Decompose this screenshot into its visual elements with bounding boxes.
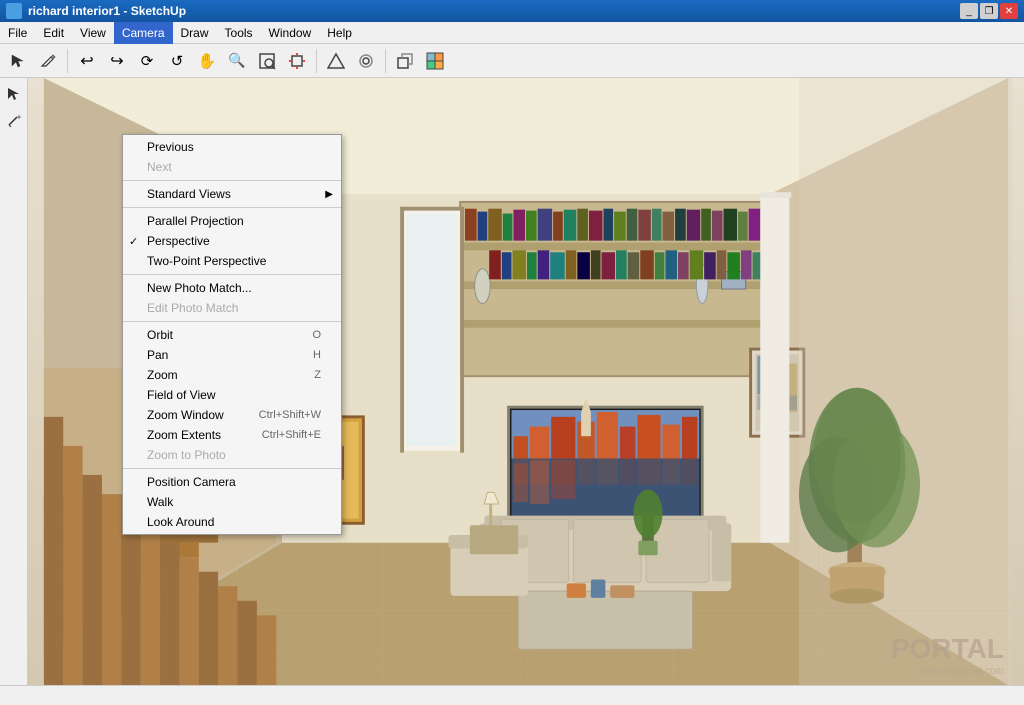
- pan-shortcut: H: [313, 349, 321, 361]
- tool-zoom-window[interactable]: [253, 47, 281, 75]
- menu-two-point[interactable]: Two-Point Perspective: [123, 251, 341, 271]
- tool-walk[interactable]: [322, 47, 350, 75]
- menu-pan[interactable]: Pan H: [123, 345, 341, 365]
- menu-view[interactable]: View: [72, 22, 114, 44]
- tool-pan[interactable]: ✋: [193, 47, 221, 75]
- menu-look-around[interactable]: Look Around: [123, 512, 341, 532]
- menu-tools[interactable]: Tools: [217, 22, 261, 44]
- menu-position-camera[interactable]: Position Camera: [123, 472, 341, 492]
- menu-parallel-projection[interactable]: Parallel Projection: [123, 211, 341, 231]
- zoom-extents-shortcut: Ctrl+Shift+E: [262, 429, 321, 441]
- menu-perspective[interactable]: Perspective: [123, 231, 341, 251]
- menu-help[interactable]: Help: [319, 22, 360, 44]
- menu-window[interactable]: Window: [261, 22, 320, 44]
- tool-orbit[interactable]: ↺: [163, 47, 191, 75]
- separator-nav: [123, 321, 341, 322]
- close-button[interactable]: ✕: [1000, 3, 1018, 19]
- separator-2: [316, 49, 317, 73]
- menu-camera[interactable]: Camera: [114, 22, 173, 44]
- tool-undo[interactable]: ↩: [73, 47, 101, 75]
- menu-draw[interactable]: Draw: [173, 22, 217, 44]
- restore-button[interactable]: ❐: [980, 3, 998, 19]
- separator-camera-tools: [123, 468, 341, 469]
- tool-pencil[interactable]: [34, 47, 62, 75]
- separator-1: [67, 49, 68, 73]
- menu-previous[interactable]: Previous: [123, 137, 341, 157]
- zoom-shortcut: Z: [314, 369, 321, 381]
- tool-zoom-extents[interactable]: [283, 47, 311, 75]
- tool-select[interactable]: [4, 47, 32, 75]
- menu-field-of-view[interactable]: Field of View: [123, 385, 341, 405]
- sidebar-select[interactable]: [2, 82, 26, 106]
- menu-walk[interactable]: Walk: [123, 492, 341, 512]
- zoom-window-shortcut: Ctrl+Shift+W: [259, 409, 321, 421]
- left-sidebar: [0, 78, 28, 685]
- minimize-button[interactable]: _: [960, 3, 978, 19]
- tool-paint[interactable]: [421, 47, 449, 75]
- menu-zoom-to-photo: Zoom to Photo: [123, 445, 341, 465]
- window-controls: _ ❐ ✕: [960, 3, 1018, 19]
- menu-bar: File Edit View Camera Draw Tools Window …: [0, 22, 1024, 44]
- menu-standard-views[interactable]: Standard Views ▶: [123, 184, 341, 204]
- menu-zoom-window[interactable]: Zoom Window Ctrl+Shift+W: [123, 405, 341, 425]
- separator-photo: [123, 274, 341, 275]
- separator-3: [385, 49, 386, 73]
- menu-file[interactable]: File: [0, 22, 35, 44]
- toolbar: ↩ ↪ ⟳ ↺ ✋ 🔍: [0, 44, 1024, 78]
- app-icon: [6, 3, 22, 19]
- orbit-shortcut: O: [312, 329, 321, 341]
- separator-views: [123, 180, 341, 181]
- menu-edit-photo-match: Edit Photo Match: [123, 298, 341, 318]
- main-area: Previous Next Standard Views ▶ Parallel …: [0, 78, 1024, 685]
- tool-redo[interactable]: ↪: [103, 47, 131, 75]
- app-title: richard interior1 - SketchUp: [6, 3, 186, 19]
- menu-new-photo-match[interactable]: New Photo Match...: [123, 278, 341, 298]
- separator-proj: [123, 207, 341, 208]
- camera-menu: Previous Next Standard Views ▶ Parallel …: [122, 134, 342, 535]
- menu-zoom[interactable]: Zoom Z: [123, 365, 341, 385]
- menu-zoom-extents[interactable]: Zoom Extents Ctrl+Shift+E: [123, 425, 341, 445]
- sidebar-pencil[interactable]: [2, 108, 26, 132]
- tool-rotate[interactable]: ⟳: [133, 47, 161, 75]
- tool-component[interactable]: [391, 47, 419, 75]
- menu-orbit[interactable]: Orbit O: [123, 325, 341, 345]
- status-bar: [0, 685, 1024, 705]
- viewport[interactable]: Previous Next Standard Views ▶ Parallel …: [28, 78, 1024, 685]
- tool-zoom-in[interactable]: 🔍: [223, 47, 251, 75]
- title-bar: richard interior1 - SketchUp _ ❐ ✕: [0, 0, 1024, 22]
- menu-next: Next: [123, 157, 341, 177]
- menu-edit[interactable]: Edit: [35, 22, 72, 44]
- submenu-arrow: ▶: [325, 189, 333, 200]
- tool-look[interactable]: [352, 47, 380, 75]
